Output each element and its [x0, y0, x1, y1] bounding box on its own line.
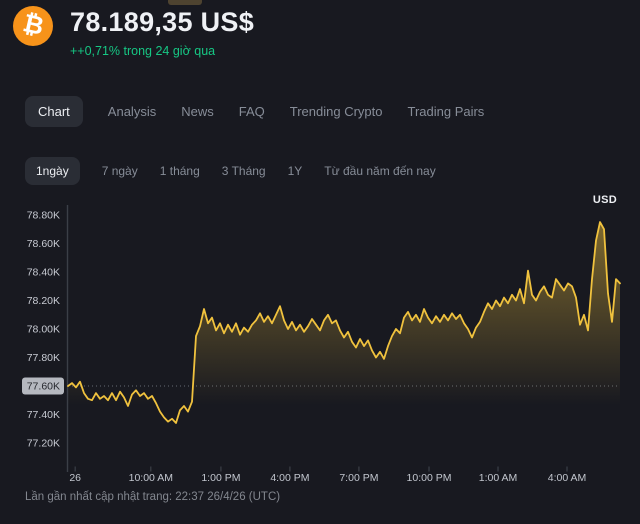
x-axis-label: 26 [69, 472, 81, 484]
crypto-price-page: ₿ 78.189,35 US$ ++0,71% trong 24 giờ qua… [0, 0, 640, 524]
y-axis-label: 78.80K [27, 210, 60, 222]
y-axis-label: 77.80K [27, 352, 60, 364]
price-chart[interactable]: 26 10:00 AM 1:00 PM 4:00 PM 7:00 PM 10:00 PM 1… [0, 0, 640, 524]
x-axis-label: 1:00 AM [479, 472, 518, 484]
y-axis-label: 78.20K [27, 295, 60, 307]
y-axis-label: 78.60K [27, 238, 60, 250]
y-axis-label-highlighted: 77.60K [27, 381, 60, 393]
y-axis-label: 78.40K [27, 267, 60, 279]
chart-unit-label: USD [593, 194, 617, 206]
price-area [68, 222, 620, 467]
x-axis-label: 10:00 PM [407, 472, 452, 484]
x-axis-label: 7:00 PM [339, 472, 378, 484]
x-axis-label: 10:00 AM [129, 472, 173, 484]
y-axis-label: 77.20K [27, 438, 60, 450]
x-axis-label: 4:00 PM [270, 472, 309, 484]
x-axis-label: 1:00 PM [201, 472, 240, 484]
y-axis-label: 77.40K [27, 409, 60, 421]
y-axis-label: 78.00K [27, 324, 60, 336]
x-axis-label: 4:00 AM [548, 472, 587, 484]
last-updated-text: Lần gần nhất cập nhật trang: 22:37 26/4/… [25, 491, 280, 503]
